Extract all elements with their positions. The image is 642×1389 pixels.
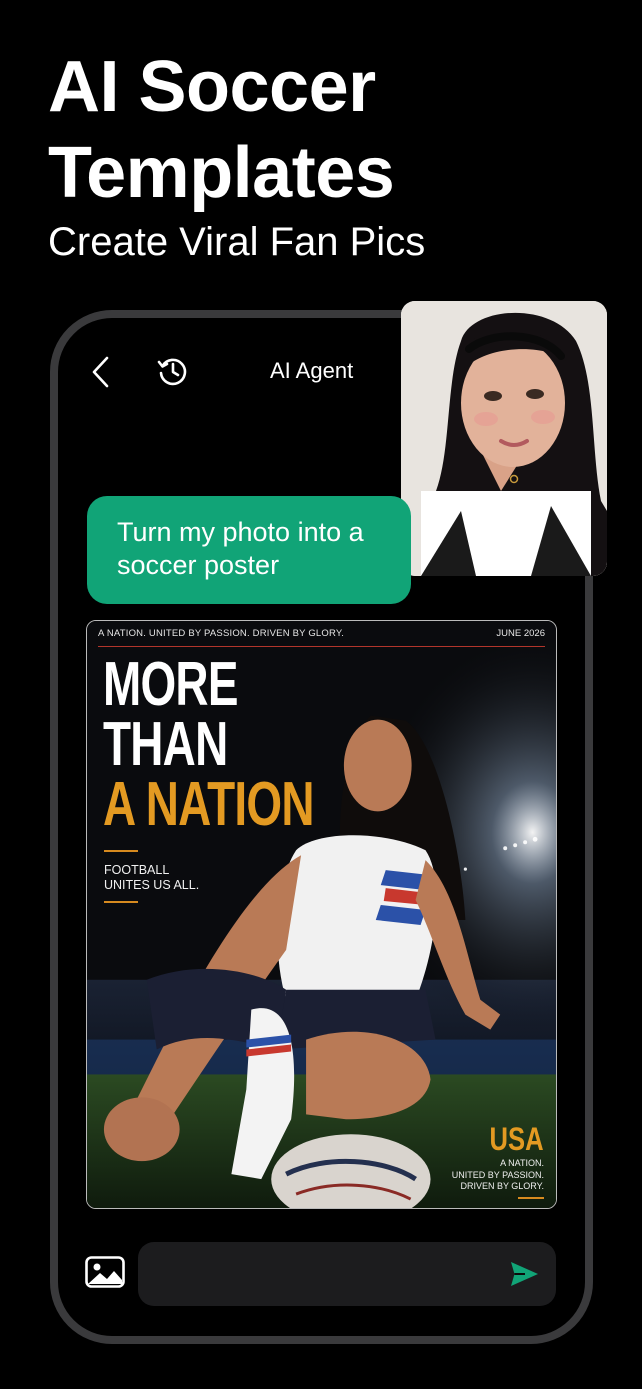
image-gallery-icon[interactable]: [84, 1255, 126, 1289]
poster-headline-line1: MORE: [103, 650, 238, 719]
poster-accent-dash: [104, 901, 138, 903]
poster-country: USA: [489, 1121, 544, 1157]
poster-accent-dash: [518, 1197, 544, 1199]
portrait-illustration: [401, 301, 607, 576]
poster-top-tagline: A NATION. UNITED BY PASSION. DRIVEN BY G…: [98, 628, 345, 639]
poster-date: JUNE 2026: [496, 628, 545, 639]
promo-headline: AI Soccer Templates: [48, 44, 395, 216]
promo-headline-line2: Templates: [48, 133, 395, 213]
poster-headline-line2: THAN: [103, 710, 228, 779]
history-icon[interactable]: [156, 354, 190, 388]
poster-divider: [98, 646, 545, 647]
screen-title: AI Agent: [270, 358, 354, 383]
poster-accent-dash: [104, 850, 138, 852]
poster-country-subtext: A NATION. UNITED BY PASSION. DRIVEN BY G…: [451, 1158, 544, 1191]
chevron-left-icon[interactable]: [86, 352, 116, 392]
poster-headline-line3: A NATION: [103, 770, 314, 839]
promo-headline-line1: AI Soccer: [48, 47, 376, 127]
generated-soccer-poster[interactable]: A NATION. UNITED BY PASSION. DRIVEN BY G…: [86, 620, 557, 1209]
send-icon[interactable]: [508, 1259, 540, 1289]
poster-tagline: FOOTBALL UNITES US ALL.: [104, 863, 200, 892]
user-message-bubble: Turn my photo into a soccer poster: [87, 496, 411, 604]
promo-subheadline: Create Viral Fan Pics: [48, 220, 426, 264]
user-uploaded-photo[interactable]: [401, 301, 607, 576]
message-input[interactable]: [138, 1242, 556, 1306]
